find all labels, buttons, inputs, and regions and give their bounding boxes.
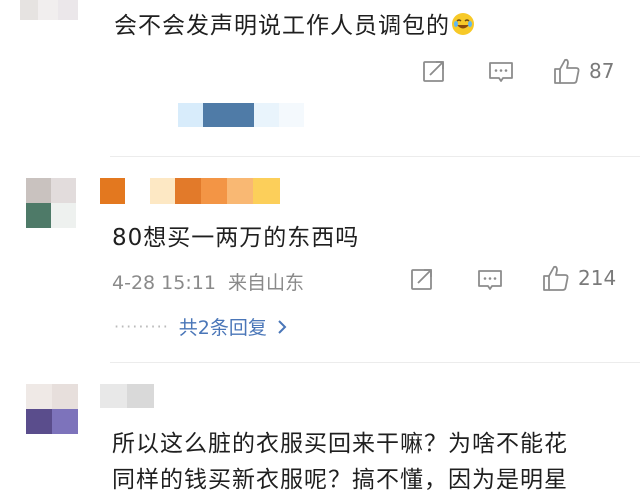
comment-location: 来自山东: [227, 272, 304, 294]
blurred-content: [178, 103, 304, 127]
blurred-username: [100, 384, 154, 408]
comment-icon: [489, 62, 513, 82]
blurred-username: [100, 178, 280, 204]
thumbs-up-icon: [554, 58, 580, 84]
view-replies-link[interactable]: ········· 共2条回复: [114, 313, 287, 340]
comment-meta: 4-28 15:11 来自山东: [112, 268, 304, 295]
thumbs-up-icon: [543, 265, 569, 291]
comment-icon: [478, 270, 502, 290]
comment-text: 80想买一两万的东西吗: [112, 225, 360, 251]
blurred-avatar: [26, 178, 76, 228]
blurred-avatar: [26, 384, 78, 434]
divider: [110, 362, 640, 363]
comment-button[interactable]: [488, 60, 514, 84]
share-icon: [411, 269, 432, 290]
divider: [110, 156, 640, 157]
comment-text: 会不会发声明说工作人员调包的: [114, 6, 474, 40]
like-count: 214: [578, 266, 617, 290]
laughing-crying-emoji-icon: [452, 13, 474, 35]
replies-count-link[interactable]: 共2条回复: [179, 313, 267, 340]
blurred-avatar: [20, 0, 78, 20]
chevron-right-icon: [278, 319, 287, 334]
like-button[interactable]: 87: [553, 57, 614, 85]
share-button[interactable]: [410, 267, 434, 291]
comment-date: 4-28 15:11: [112, 272, 216, 294]
like-button[interactable]: 214: [542, 264, 616, 292]
comment-text-line-2: 同样的钱买新衣服呢？搞不懂，因为是明星: [112, 467, 568, 491]
comment-text-line-1: 所以这么脏的衣服买回来干嘛？为啥不能花: [112, 431, 568, 457]
share-button[interactable]: [422, 59, 446, 83]
comment-button[interactable]: [477, 268, 503, 292]
reply-dots: ·········: [114, 317, 169, 336]
like-count: 87: [589, 59, 615, 83]
share-icon: [423, 61, 444, 82]
